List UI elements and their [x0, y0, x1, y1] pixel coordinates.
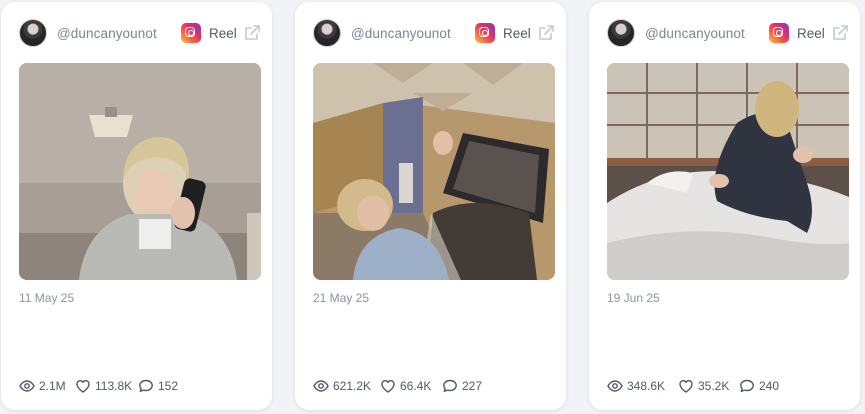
- heart-icon: [76, 380, 90, 393]
- heart-icon: [679, 380, 693, 393]
- post-thumbnail[interactable]: [19, 63, 261, 280]
- eye-icon: [607, 380, 623, 392]
- username[interactable]: @duncanyounot: [57, 26, 157, 41]
- likes-count: 35.2K: [698, 379, 730, 393]
- comments-stat: 227: [442, 378, 482, 394]
- post-type-label: Reel: [503, 26, 531, 41]
- likes-stat: 66.4K: [380, 378, 431, 394]
- comments-count: 240: [759, 379, 780, 393]
- comments-stat: 152: [138, 378, 178, 394]
- external-link-icon[interactable]: [243, 24, 261, 42]
- eye-icon: [19, 380, 35, 392]
- instagram-icon: [769, 23, 789, 43]
- post-date: 19 Jun 25: [607, 291, 660, 305]
- comment-icon: [740, 379, 754, 392]
- eye-icon: [313, 380, 329, 392]
- post-thumbnail[interactable]: [607, 63, 849, 280]
- likes-count: 113.8K: [95, 379, 133, 393]
- engagement-stats: 2.1M 113.8K 152: [19, 378, 269, 398]
- post-date: 11 May 25: [19, 291, 75, 305]
- username[interactable]: @duncanyounot: [645, 26, 745, 41]
- likes-stat: 113.8K: [75, 378, 132, 394]
- comment-icon: [443, 379, 457, 392]
- comments-count: 227: [462, 379, 483, 393]
- comments-stat: 240: [739, 378, 779, 394]
- views-count: 2.1M: [39, 379, 66, 393]
- comments-count: 152: [158, 379, 179, 393]
- card-header: @duncanyounot Reel: [589, 2, 860, 62]
- avatar[interactable]: [313, 19, 341, 47]
- avatar[interactable]: [607, 19, 635, 47]
- post-card[interactable]: @duncanyounot Reel 21 May 25 621.2K 66.4…: [295, 2, 566, 410]
- engagement-stats: 621.2K 66.4K 227: [313, 378, 563, 398]
- views-count: 348.6K: [627, 379, 666, 393]
- comment-icon: [139, 379, 153, 392]
- avatar[interactable]: [19, 19, 47, 47]
- external-link-icon[interactable]: [537, 24, 555, 42]
- username[interactable]: @duncanyounot: [351, 26, 451, 41]
- views-stat: 621.2K: [313, 378, 371, 394]
- card-header: @duncanyounot Reel: [1, 2, 272, 62]
- heart-icon: [381, 380, 395, 393]
- likes-stat: 35.2K: [678, 378, 729, 394]
- views-stat: 348.6K: [607, 378, 665, 394]
- post-card[interactable]: @duncanyounot Reel 11 May 25 2.1M 113.8K…: [1, 2, 272, 410]
- post-type-label: Reel: [209, 26, 237, 41]
- likes-count: 66.4K: [400, 379, 432, 393]
- card-header: @duncanyounot Reel: [295, 2, 566, 62]
- external-link-icon[interactable]: [831, 24, 849, 42]
- instagram-icon: [475, 23, 495, 43]
- post-thumbnail[interactable]: [313, 63, 555, 280]
- post-date: 21 May 25: [313, 291, 370, 305]
- post-type-label: Reel: [797, 26, 825, 41]
- engagement-stats: 348.6K 35.2K 240: [607, 378, 857, 398]
- instagram-icon: [181, 23, 201, 43]
- views-stat: 2.1M: [19, 378, 66, 394]
- post-card[interactable]: @duncanyounot Reel 19 Jun 25 348.6K 35.2…: [589, 2, 860, 410]
- views-count: 621.2K: [333, 379, 372, 393]
